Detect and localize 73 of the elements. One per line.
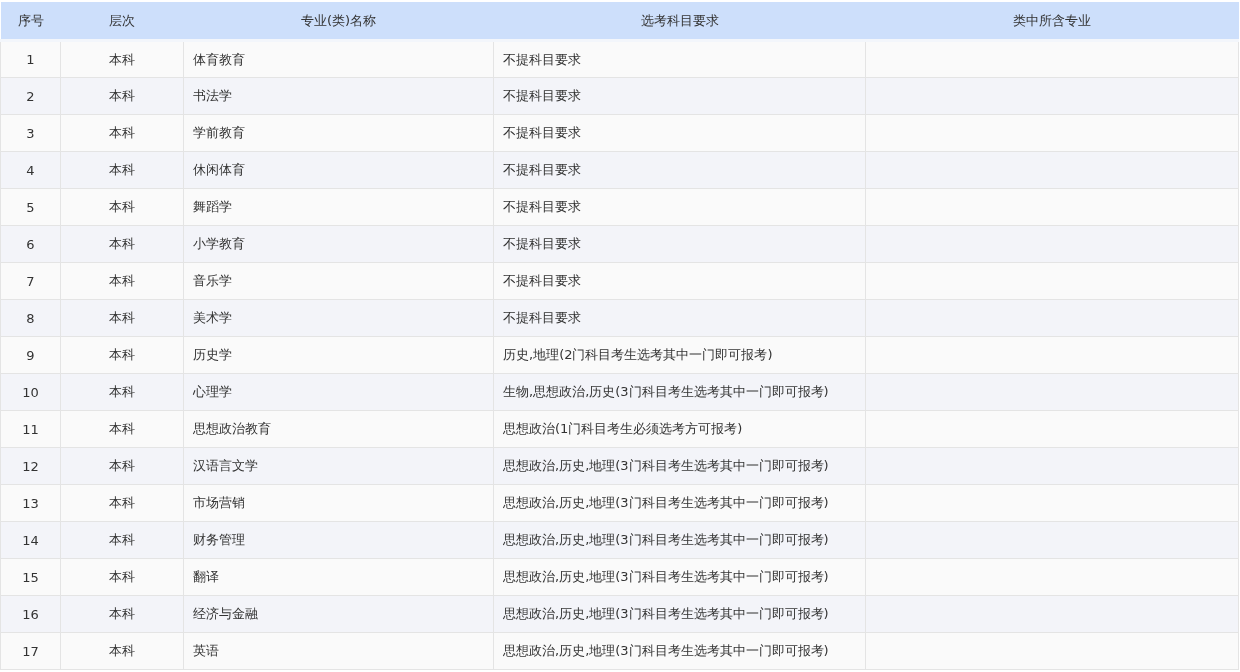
table-cell: 10 [0,373,61,411]
table-cell: 思想政治,历史,地理(3门科目考生选考其中一门即可报考) [493,632,866,670]
table-cell: 6 [0,225,61,263]
table-cell: 历史,地理(2门科目考生选考其中一门即可报考) [493,336,866,374]
table-cell: 4 [0,151,61,189]
table-cell: 7 [0,262,61,300]
table-cell: 不提科目要求 [493,262,866,300]
table-cell: 本科 [60,188,184,226]
table-cell: 舞蹈学 [183,188,494,226]
table-cell: 2 [0,77,61,115]
table-cell: 不提科目要求 [493,299,866,337]
table-cell: 本科 [60,262,184,300]
table-cell: 小学教育 [183,225,494,263]
table-cell: 翻译 [183,558,494,596]
column-header: 层次 [60,2,184,41]
table-cell: 不提科目要求 [493,114,866,152]
table-cell: 美术学 [183,299,494,337]
table-cell: 思想政治,历史,地理(3门科目考生选考其中一门即可报考) [493,484,866,522]
table-cell: 本科 [60,447,184,485]
column-header: 选考科目要求 [493,2,866,41]
table-cell: 5 [0,188,61,226]
table-cell: 思想政治教育 [183,410,494,448]
table-cell: 本科 [60,632,184,670]
table-cell: 本科 [60,151,184,189]
table-cell: 本科 [60,558,184,596]
table-cell: 思想政治,历史,地理(3门科目考生选考其中一门即可报考) [493,595,866,633]
table-cell: 思想政治,历史,地理(3门科目考生选考其中一门即可报考) [493,558,866,596]
table-cell: 本科 [60,299,184,337]
table-cell: 9 [0,336,61,374]
table-cell: 不提科目要求 [493,188,866,226]
table-cell: 本科 [60,484,184,522]
table-cell: 思想政治(1门科目考生必须选考方可报考) [493,410,866,448]
table-cell: 音乐学 [183,262,494,300]
table-cell: 本科 [60,521,184,559]
table-cell: 财务管理 [183,521,494,559]
table-cell: 1 [0,40,61,78]
table-cell: 17 [0,632,61,670]
table-cell: 汉语言文学 [183,447,494,485]
column-header: 序号 [0,2,61,41]
table-cell: 体育教育 [183,40,494,78]
table-cell: 休闲体育 [183,151,494,189]
table-cell: 生物,思想政治,历史(3门科目考生选考其中一门即可报考) [493,373,866,411]
table-cell: 本科 [60,114,184,152]
table-cell: 15 [0,558,61,596]
table-cell: 本科 [60,40,184,78]
table-cell: 本科 [60,373,184,411]
table-cell: 本科 [60,410,184,448]
table-cell: 8 [0,299,61,337]
table-cell: 不提科目要求 [493,40,866,78]
column-header: 专业(类)名称 [183,2,494,41]
table-cell: 市场营销 [183,484,494,522]
table-cell: 14 [0,521,61,559]
table-cell: 本科 [60,77,184,115]
table-cell: 不提科目要求 [493,77,866,115]
table-cell: 本科 [60,595,184,633]
table-cell: 本科 [60,336,184,374]
table-cell: 经济与金融 [183,595,494,633]
table-cell: 英语 [183,632,494,670]
table-cell: 13 [0,484,61,522]
table-cell: 思想政治,历史,地理(3门科目考生选考其中一门即可报考) [493,521,866,559]
table-cell: 书法学 [183,77,494,115]
table-cell: 本科 [60,225,184,263]
table-cell: 不提科目要求 [493,151,866,189]
table-cell: 不提科目要求 [493,225,866,263]
table-cell: 历史学 [183,336,494,374]
table-cell: 3 [0,114,61,152]
table-cell: 12 [0,447,61,485]
table-cell: 学前教育 [183,114,494,152]
table-cell: 16 [0,595,61,633]
table-cell: 心理学 [183,373,494,411]
column-header: 类中所含专业 [865,2,1239,41]
table-cell: 思想政治,历史,地理(3门科目考生选考其中一门即可报考) [493,447,866,485]
table-cell: 11 [0,410,61,448]
